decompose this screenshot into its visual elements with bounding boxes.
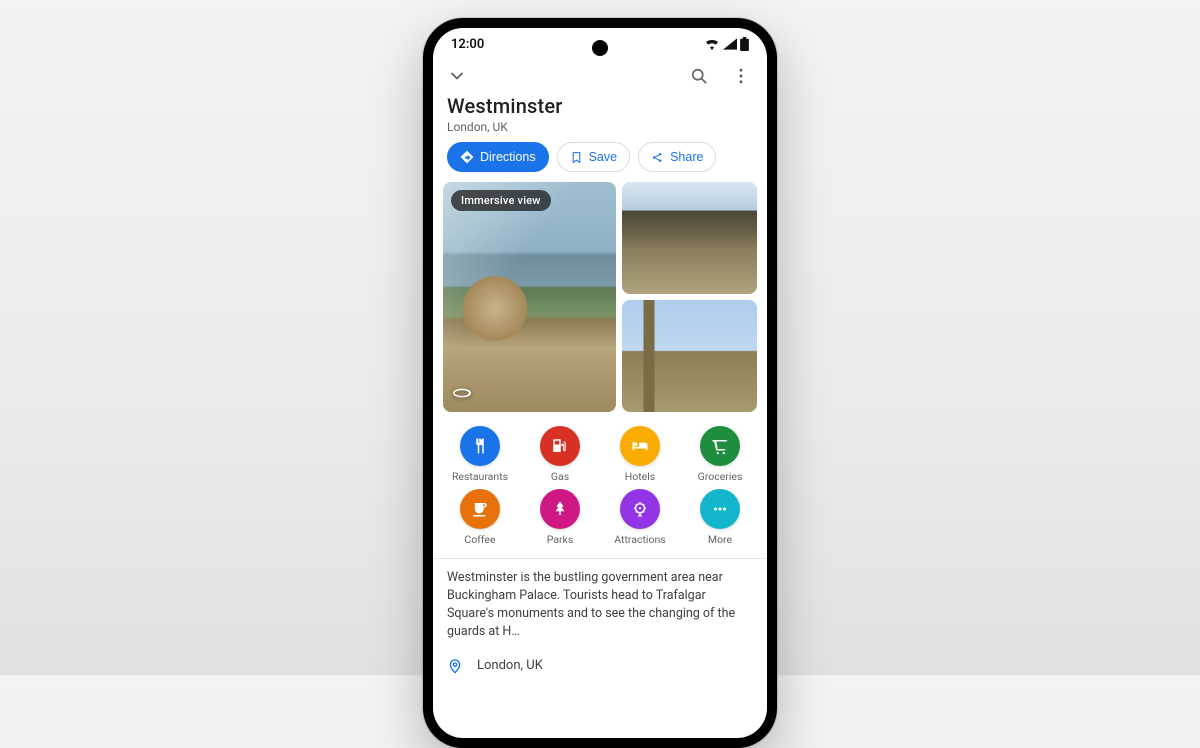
category-label: Gas bbox=[551, 470, 569, 483]
divider bbox=[433, 558, 767, 559]
save-label: Save bbox=[589, 150, 618, 164]
place-description: Westminster is the bustling government a… bbox=[433, 569, 767, 642]
category-restaurants[interactable]: Restaurants bbox=[443, 426, 517, 483]
phone-frame: 12:00 Westminster Lo bbox=[423, 18, 777, 748]
status-icons bbox=[704, 37, 749, 51]
category-gas[interactable]: Gas bbox=[523, 426, 597, 483]
bed-icon bbox=[620, 426, 660, 466]
app-bar bbox=[433, 60, 767, 94]
tree-icon bbox=[540, 489, 580, 529]
location-text: London, UK bbox=[477, 658, 543, 673]
place-title: Westminster bbox=[447, 94, 753, 118]
place-header: Westminster London, UK bbox=[433, 94, 767, 142]
chevron-down-icon bbox=[447, 66, 467, 86]
place-subtitle: London, UK bbox=[447, 120, 753, 134]
category-label: Coffee bbox=[464, 533, 495, 546]
fork-knife-icon bbox=[460, 426, 500, 466]
save-button[interactable]: Save bbox=[557, 142, 631, 172]
cup-icon bbox=[460, 489, 500, 529]
category-label: Attractions bbox=[614, 533, 665, 546]
photo-immersive-view[interactable]: Immersive view bbox=[443, 182, 616, 412]
share-icon bbox=[651, 151, 664, 164]
gas-pump-icon bbox=[540, 426, 580, 466]
overflow-menu-button[interactable] bbox=[727, 62, 755, 90]
dots-icon bbox=[700, 489, 740, 529]
phone-screen: 12:00 Westminster Lo bbox=[433, 28, 767, 738]
360-icon bbox=[451, 382, 473, 404]
search-icon bbox=[689, 66, 709, 86]
more-vert-icon bbox=[731, 66, 751, 86]
category-label: More bbox=[708, 533, 732, 546]
category-hotels[interactable]: Hotels bbox=[603, 426, 677, 483]
category-parks[interactable]: Parks bbox=[523, 489, 597, 546]
share-label: Share bbox=[670, 150, 703, 164]
location-pin-icon bbox=[447, 656, 463, 676]
category-more[interactable]: More bbox=[683, 489, 757, 546]
category-label: Restaurants bbox=[452, 470, 508, 483]
immersive-view-badge: Immersive view bbox=[451, 190, 551, 211]
wifi-icon bbox=[704, 38, 720, 50]
category-groceries[interactable]: Groceries bbox=[683, 426, 757, 483]
photo-thumbnail-1[interactable] bbox=[622, 182, 757, 294]
signal-icon bbox=[723, 38, 737, 50]
category-label: Groceries bbox=[698, 470, 743, 483]
ferris-icon bbox=[620, 489, 660, 529]
bookmark-icon bbox=[570, 151, 583, 164]
category-label: Hotels bbox=[625, 470, 655, 483]
category-coffee[interactable]: Coffee bbox=[443, 489, 517, 546]
directions-icon bbox=[460, 150, 474, 164]
camera-hole bbox=[592, 40, 608, 56]
directions-label: Directions bbox=[480, 150, 536, 164]
directions-button[interactable]: Directions bbox=[447, 142, 549, 172]
location-row[interactable]: London, UK bbox=[433, 642, 767, 676]
category-attractions[interactable]: Attractions bbox=[603, 489, 677, 546]
category-grid: Restaurants Gas Hotels Groceries Coffee Parks… bbox=[433, 412, 767, 556]
share-button[interactable]: Share bbox=[638, 142, 716, 172]
category-label: Parks bbox=[547, 533, 574, 546]
photo-thumbnail-2[interactable] bbox=[622, 300, 757, 412]
search-button[interactable] bbox=[685, 62, 713, 90]
cart-icon bbox=[700, 426, 740, 466]
photo-grid: Immersive view bbox=[433, 182, 767, 412]
status-time: 12:00 bbox=[451, 37, 484, 52]
battery-icon bbox=[740, 37, 749, 51]
collapse-button[interactable] bbox=[443, 62, 471, 90]
action-row: Directions Save Share bbox=[433, 142, 767, 182]
